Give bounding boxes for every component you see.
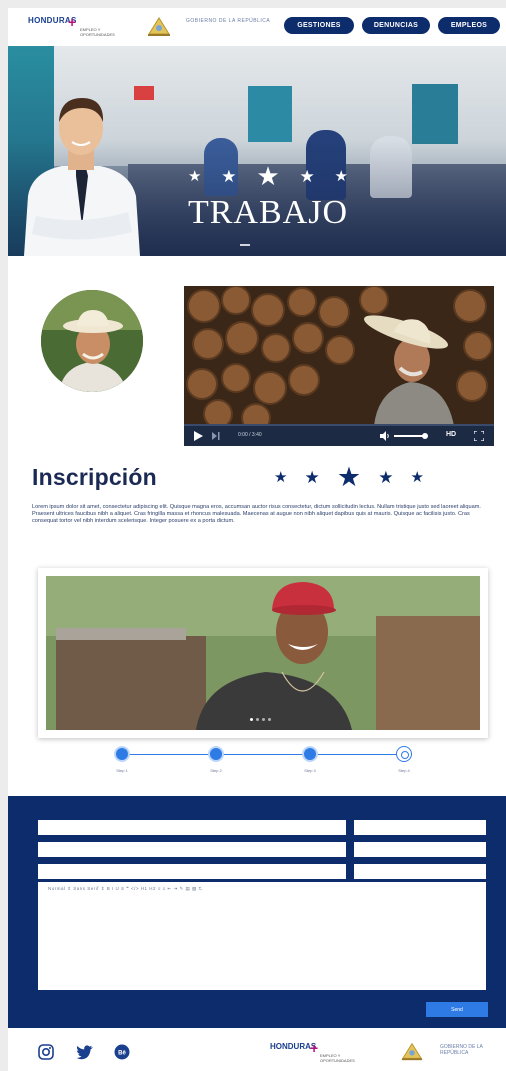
step-4-circle[interactable]: [396, 746, 412, 762]
government-text: GOBIERNO DE LA REPÚBLICA: [440, 1044, 483, 1056]
step-label: Step 4: [398, 768, 410, 773]
hero-title: TRABAJO: [187, 194, 349, 231]
star-icon: ★: [378, 467, 394, 487]
svg-text:Bē: Bē: [118, 1051, 126, 1057]
site-header: HONDURAS + EMPLEO Y OPORTUNIDADES GOBIER…: [8, 8, 506, 46]
step-1-circle[interactable]: [114, 746, 130, 762]
honduras-logo[interactable]: HONDURAS + EMPLEO Y OPORTUNIDADES: [28, 14, 115, 40]
hero-businessman-image: [24, 98, 140, 256]
section-title: Inscripción: [32, 464, 157, 490]
editor-toolbar[interactable]: Normal ⇕ Sans Serif ⇕ B I U S ❝ </> H1 H…: [48, 886, 202, 892]
text-input[interactable]: [354, 824, 486, 840]
step-label: Step 2: [210, 768, 222, 773]
step-3-circle[interactable]: [302, 746, 318, 762]
star-icon: ★: [188, 167, 202, 185]
carousel-dots: [250, 718, 271, 721]
skip-icon[interactable]: [212, 432, 220, 440]
star-icon: ★: [304, 467, 320, 487]
stepper-line: [122, 754, 408, 755]
hero-stars: ★ ★ ★ ★ ★: [188, 162, 348, 190]
government-seal-icon: [401, 1042, 423, 1061]
logo-plus: +: [310, 1040, 319, 1056]
twitter-icon[interactable]: [76, 1044, 94, 1060]
star-icon: ★: [336, 461, 362, 492]
video-time: 0:00 / 3:40: [238, 432, 262, 438]
star-icon: ★: [221, 166, 237, 186]
image-carousel[interactable]: [38, 568, 488, 738]
carousel-dot[interactable]: [250, 718, 253, 721]
star-icon: ★: [410, 468, 424, 486]
rich-text-editor[interactable]: Normal ⇕ Sans Serif ⇕ B I U S ❝ </> H1 H…: [38, 882, 486, 990]
footer-honduras-logo[interactable]: HONDURAS + EMPLEO Y OPORTUNIDADES: [270, 1040, 355, 1064]
page: HONDURAS + EMPLEO Y OPORTUNIDADES GOBIER…: [8, 8, 506, 1071]
behance-icon[interactable]: Bē: [114, 1044, 130, 1060]
government-seal-icon: [148, 17, 170, 36]
text-input[interactable]: [38, 824, 346, 840]
nav-button-denuncias[interactable]: DENUNCIAS: [362, 17, 430, 34]
site-footer: Bē HONDURAS + EMPLEO Y OPORTUNIDADES GOB…: [8, 1028, 506, 1071]
send-button[interactable]: Send: [426, 1002, 488, 1017]
text-input[interactable]: [354, 846, 486, 862]
progress-stepper: Step 1 Step 2 Step 3 Step 4: [108, 744, 428, 780]
star-icon: ★: [299, 166, 315, 186]
carousel-dot[interactable]: [256, 718, 259, 721]
video-player[interactable]: 0:00 / 3:40 HD: [184, 286, 494, 446]
star-icon: ★: [256, 161, 280, 191]
hero-indicator: [240, 244, 250, 246]
star-icon: ★: [334, 167, 348, 185]
step-label: Step 1: [116, 768, 128, 773]
text-input[interactable]: [38, 846, 346, 862]
government-text: GOBIERNO DE LA REPÚBLICA: [186, 18, 271, 24]
instagram-icon[interactable]: [38, 1044, 54, 1060]
section-stars: ★ ★ ★ ★ ★: [274, 461, 424, 492]
form-field[interactable]: [354, 864, 486, 884]
video-controls: 0:00 / 3:40 HD: [184, 426, 494, 446]
nav-button-empleos[interactable]: EMPLEOS: [438, 17, 500, 34]
video-frame-image: [184, 286, 494, 426]
carousel-slide: [46, 576, 480, 730]
star-icon: ★: [274, 468, 288, 486]
nav-button-gestiones[interactable]: GESTIONES: [284, 17, 354, 34]
logo-plus: +: [68, 14, 77, 30]
form-field[interactable]: [38, 820, 346, 840]
farmer-portrait-image: [41, 290, 143, 392]
form-field[interactable]: [354, 820, 486, 840]
logo-tagline: EMPLEO Y OPORTUNIDADES: [80, 27, 115, 37]
form-field[interactable]: [38, 864, 346, 884]
form-field[interactable]: [38, 842, 346, 862]
volume-slider-handle[interactable]: [422, 433, 428, 439]
carousel-dot[interactable]: [268, 718, 271, 721]
farmer-avatar: [41, 290, 143, 392]
quality-hd-button[interactable]: HD: [446, 431, 456, 438]
young-man-image: [46, 576, 480, 730]
hero-banner: ★ ★ ★ ★ ★ TRABAJO: [8, 46, 506, 256]
fullscreen-icon[interactable]: [474, 431, 484, 441]
logo-tagline: EMPLEO Y OPORTUNIDADES: [320, 1053, 355, 1063]
section-body-text: Lorem ipsum dolor sit amet, consectetur …: [32, 504, 481, 524]
play-icon[interactable]: [194, 431, 203, 441]
step-2-circle[interactable]: [208, 746, 224, 762]
volume-icon[interactable]: [380, 431, 390, 441]
carousel-dot[interactable]: [262, 718, 265, 721]
step-label: Step 3: [304, 768, 316, 773]
contact-form: Normal ⇕ Sans Serif ⇕ B I U S ❝ </> H1 H…: [8, 796, 506, 1028]
form-field[interactable]: [354, 842, 486, 862]
